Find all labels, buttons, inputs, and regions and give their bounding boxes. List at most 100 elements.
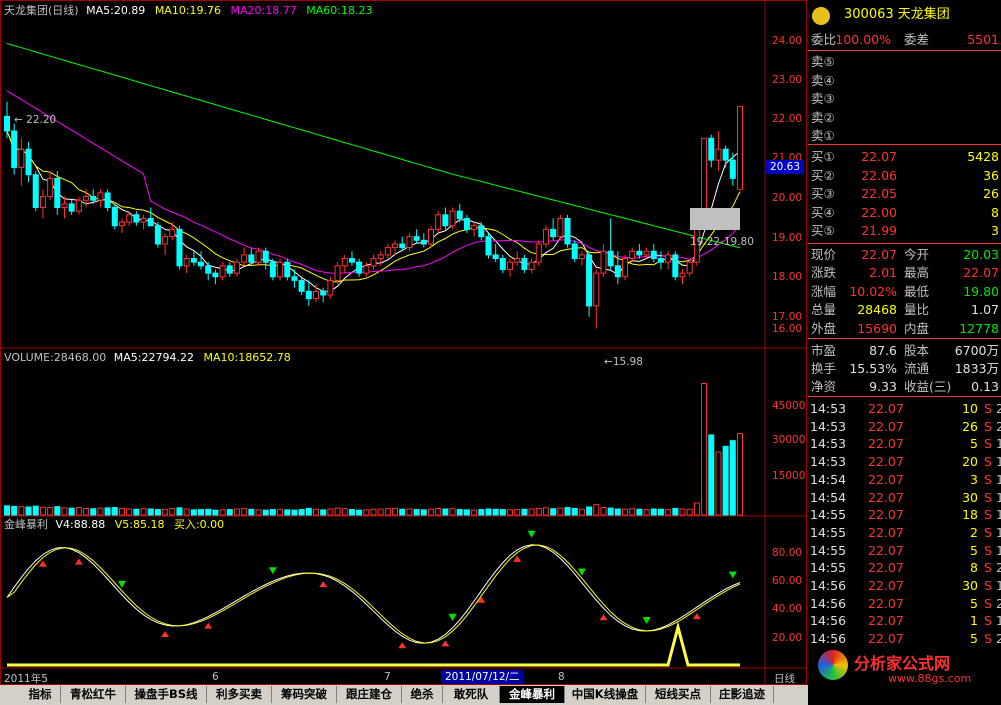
indicator-axis-tick: 40.00: [772, 603, 803, 615]
tick-time: 14:56: [810, 578, 847, 593]
indicator-axis-tick: 20.00: [772, 632, 803, 644]
indicator-tab[interactable]: 操盘手BS线: [126, 686, 207, 703]
indicator-v4-label: V4:88.88: [55, 518, 106, 531]
price-axis-tick: 20.00: [772, 192, 803, 204]
high-annotation: ← 22.20: [14, 114, 57, 126]
tick-row: 14:56 22.07 1 S 1: [808, 612, 1001, 630]
ma5-label: MA5:20.89: [86, 4, 146, 17]
volume-axis-tick: 15000: [772, 470, 806, 482]
candle-body: [154, 225, 161, 245]
tick-side: S: [984, 524, 992, 540]
candle-body: [550, 228, 557, 238]
indicator-tab[interactable]: 敢死队: [443, 686, 500, 703]
quote-value: 12778: [959, 320, 999, 336]
candle-body: [686, 261, 693, 274]
candle-body: [507, 261, 514, 270]
tick-count: 1: [996, 436, 1001, 452]
indicator-tab[interactable]: 筹码突破: [272, 686, 337, 703]
indicator-lines: [6, 544, 741, 667]
candle-body: [104, 192, 111, 209]
quote-value: 15690: [857, 320, 897, 336]
quote-row: 总量 28468 量比 1.07: [808, 301, 1001, 318]
indicator-tab[interactable]: 指标: [20, 686, 61, 703]
red-up-arrow-icon: [319, 581, 328, 588]
volume-bar: [384, 508, 391, 516]
price-axis-tick: 22.00: [772, 113, 803, 125]
candle-body: [679, 272, 686, 278]
candle-body: [212, 272, 219, 278]
sell-level-row: 卖②: [808, 109, 1001, 126]
candle-body: [413, 236, 420, 241]
buy-level-label: 买⑤: [811, 223, 835, 239]
red-up-arrow-icon: [692, 613, 701, 620]
tick-price: 22.07: [868, 418, 904, 434]
candle-body: [255, 250, 262, 263]
red-up-arrow-icon: [441, 640, 450, 647]
panel-divider: [808, 396, 1001, 397]
ratio-label: 委比: [811, 32, 837, 47]
indicator-tab[interactable]: 庄影追迹: [711, 686, 774, 703]
indicator-tab[interactable]: 短线买点: [646, 686, 711, 703]
tick-row: 14:55 22.07 5 S 1: [808, 542, 1001, 560]
quote-label: 内盘: [904, 320, 930, 336]
buy-level-row: 买⑤ 21.99 3: [808, 222, 1001, 239]
indicator-header: 金峰暴利 V4:88.88 V5:85.18 买入:0.00: [4, 518, 224, 532]
date-label: 6: [212, 671, 219, 683]
volume-header: VOLUME:28468.00 MA5:22794.22 MA10:18652.…: [4, 351, 291, 365]
candle-body: [190, 258, 197, 263]
volume-bar: [4, 505, 10, 516]
indicator-tab[interactable]: 金峰暴利: [500, 686, 565, 703]
indicator-tab[interactable]: 跟庄建仓: [337, 686, 402, 703]
buy-level-price: 22.00: [861, 204, 897, 220]
volume-bar: [327, 508, 334, 516]
volume-bar: [499, 509, 506, 516]
tick-count: 1: [996, 489, 1001, 505]
date-label: 2011年5: [4, 673, 48, 685]
candle-body: [442, 214, 449, 227]
ma20-label: MA20:18.77: [230, 4, 297, 17]
quote-value: 22.07: [963, 265, 999, 281]
volume-bar: [571, 507, 578, 516]
ratio-value: 100.00%: [835, 32, 891, 47]
quote-value: 10.02%: [849, 283, 897, 299]
volume-bar: [83, 507, 90, 516]
price-axis-tick: 16.00: [772, 323, 803, 335]
green-down-arrow-icon: [448, 613, 457, 621]
quote-row: 外盘 15690 内盘 12778: [808, 320, 1001, 337]
fundamentals-label: 收益(三): [904, 379, 952, 394]
tick-count: 1: [996, 471, 1001, 487]
watermark: 分析家公式网 www.88gs.com: [818, 648, 1001, 688]
tick-count: 1: [996, 524, 1001, 540]
volume-bar: [478, 509, 485, 516]
low-annotation: ←15.98: [604, 356, 643, 368]
buy-level-row: 买③ 22.05 26: [808, 185, 1001, 202]
quote-label: 总量: [811, 302, 837, 318]
volume-bar: [147, 508, 154, 516]
indicator-tab[interactable]: 利多买卖: [207, 686, 272, 703]
indicator-tab[interactable]: 青松红牛: [61, 686, 126, 703]
volume-bar: [90, 508, 97, 516]
volume-bar: [219, 509, 226, 516]
volume-bar: [564, 507, 571, 516]
tick-time: 14:55: [810, 524, 847, 540]
candle-body: [233, 261, 240, 274]
volume-bar: [140, 508, 147, 516]
candle-body: [586, 254, 593, 307]
volume-bar: [233, 508, 240, 516]
period-label[interactable]: 日线: [774, 671, 795, 686]
chart-area[interactable]: [0, 0, 808, 685]
tick-volume: 1: [970, 613, 978, 629]
indicator-tab[interactable]: 中国K线操盘: [565, 686, 646, 703]
tick-count: 1: [996, 578, 1001, 593]
indicator-tab[interactable]: 绝杀: [402, 686, 443, 703]
buy-level-label: 买③: [811, 186, 835, 202]
volume-bar: [169, 507, 176, 516]
tick-side: S: [984, 489, 992, 505]
buy-level-volume: 8: [991, 204, 999, 220]
tick-row: 14:53 22.07 20 S 1: [808, 453, 1001, 471]
volume-bar: [212, 509, 219, 516]
candle-body: [198, 261, 205, 267]
diff-label: 委差: [904, 32, 930, 47]
volume-bar: [47, 507, 54, 516]
buy-level-volume: 36: [983, 167, 999, 183]
